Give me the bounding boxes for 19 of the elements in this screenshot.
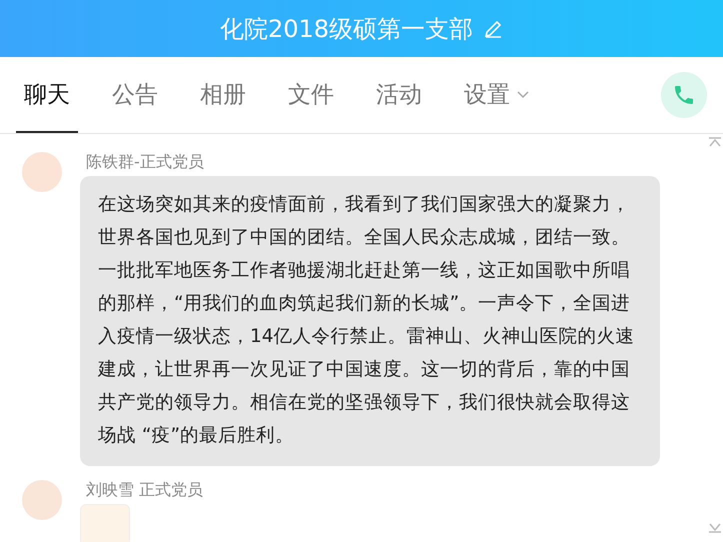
group-title: 化院2018级硕第一支部 bbox=[220, 14, 474, 44]
chevron-down-icon bbox=[516, 89, 530, 99]
tab[interactable]: 设置 bbox=[456, 57, 538, 133]
tab[interactable]: 活动 bbox=[368, 57, 430, 133]
message-bubble: 在这场突如其来的疫情面前，我看到了我们国家强大的凝聚力，世界各国也见到了中国的团结。全国人民众志成城，团结一致。一批批军地医务工作者驰援湖北赶赴第一线，这正如国歌中所唱的那样，“用我们的血肉筑起我们新的长城”。一声令下，全国进入疫情一级状态，14亿人令行禁止。雷神山、火神山医院的火速建成，让世界再一次见证了中国速度。这一切的背后，靠的中国共产党的领导力。相信在党的坚强领导下，我们很快就会取得这场战 “疫”的最后胜利。 bbox=[80, 176, 660, 466]
scroll-up-icon[interactable] bbox=[707, 136, 723, 148]
avatar[interactable] bbox=[22, 480, 62, 520]
tab[interactable]: 聊天 bbox=[16, 57, 78, 133]
scroll-down-icon[interactable] bbox=[707, 522, 723, 534]
tab[interactable]: 文件 bbox=[280, 57, 342, 133]
sticker-image bbox=[80, 504, 130, 542]
sender-name: 刘映雪 正式党员 bbox=[86, 480, 204, 501]
phone-icon bbox=[672, 83, 696, 107]
avatar[interactable] bbox=[22, 152, 62, 192]
sender-name: 陈铁群-正式党员 bbox=[86, 152, 205, 173]
phone-call-button[interactable] bbox=[661, 72, 707, 118]
tab[interactable]: 相册 bbox=[192, 57, 254, 133]
edit-icon[interactable] bbox=[483, 18, 504, 38]
tab[interactable]: 公告 bbox=[104, 57, 166, 133]
